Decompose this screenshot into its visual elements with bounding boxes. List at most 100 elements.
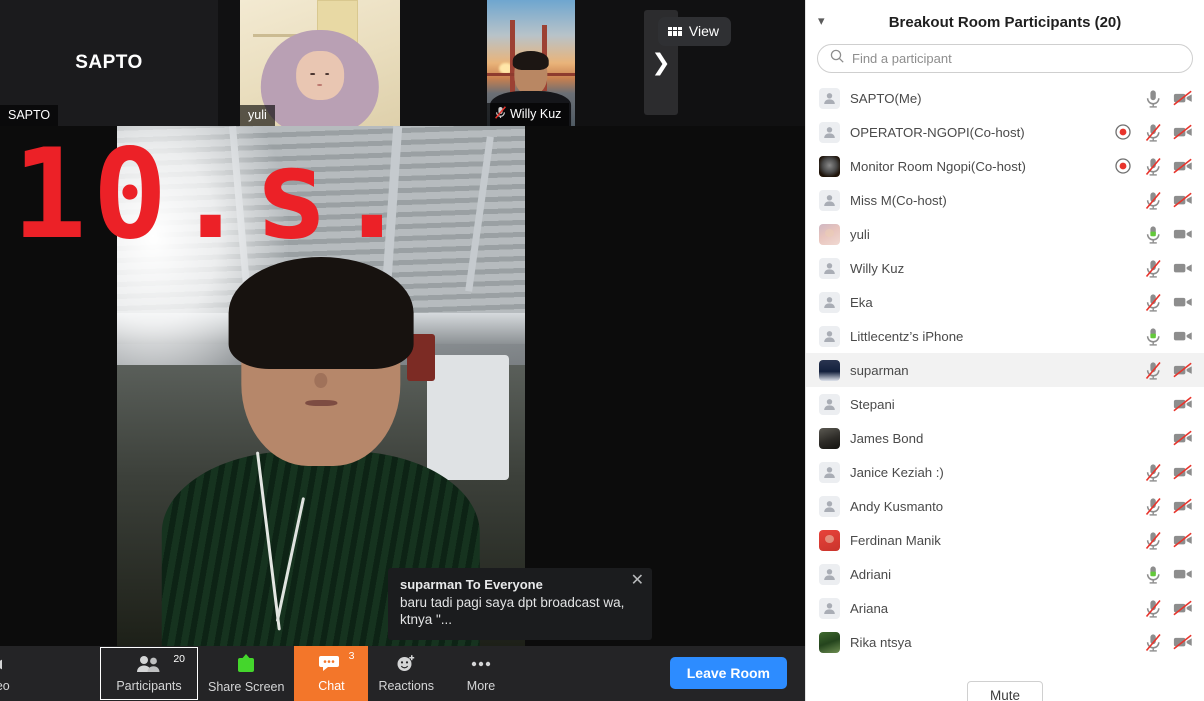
mic-muted-icon[interactable] — [1143, 530, 1163, 550]
camera-off-icon — [0, 655, 4, 676]
mic-muted-icon[interactable] — [1143, 122, 1163, 142]
avatar — [819, 223, 840, 245]
mic-on-icon[interactable] — [1143, 224, 1163, 244]
participant-row[interactable]: Eka — [806, 285, 1204, 319]
participant-name: Monitor Room Ngopi(Co-host) — [850, 158, 1026, 174]
toolbar-more-button[interactable]: More — [444, 646, 518, 701]
chat-popup[interactable]: ✕ suparman To Everyone baru tadi pagi sa… — [388, 568, 652, 640]
camera-off-icon[interactable] — [1173, 394, 1193, 414]
participant-name: Willy Kuz — [850, 260, 905, 276]
toolbar-reactions-button[interactable]: Reactions — [368, 646, 444, 701]
participant-row[interactable]: Janice Keziah :) — [806, 455, 1204, 489]
toolbar-share-screen-label: Share Screen — [208, 679, 285, 694]
participant-row[interactable]: Stepani — [806, 387, 1204, 421]
meeting-toolbar: Video 20 Participants — [0, 646, 805, 701]
chat-popup-message: baru tadi pagi saya dpt broadcast wa, kt… — [400, 595, 625, 627]
search-box[interactable]: Find a participant — [817, 44, 1193, 73]
video-overlay-annotation: 10.s. — [12, 123, 416, 267]
close-icon[interactable]: ✕ — [631, 573, 644, 589]
mic-on-icon[interactable] — [1143, 564, 1163, 584]
thumbnail-yuli[interactable]: yuli — [240, 0, 400, 126]
participant-name: Eka — [850, 294, 873, 310]
mute-button[interactable]: Mute — [966, 681, 1043, 701]
mic-absent-icon — [1143, 428, 1163, 448]
mic-muted-icon[interactable] — [1143, 190, 1163, 210]
participant-row[interactable]: OPERATOR-NGOPI(Co-host) — [806, 115, 1204, 149]
participant-row[interactable]: Rika ntsya — [806, 625, 1204, 659]
chevron-right-icon: ❯ — [651, 49, 671, 75]
view-button[interactable]: View — [657, 17, 731, 46]
participant-status-icons — [1143, 530, 1193, 550]
avatar — [819, 495, 840, 517]
camera-off-icon[interactable] — [1173, 360, 1193, 380]
participant-row[interactable]: Monitor Room Ngopi(Co-host) — [806, 149, 1204, 183]
share-screen-icon — [235, 653, 257, 677]
participant-row[interactable]: James Bond — [806, 421, 1204, 455]
participant-row[interactable]: Ariana — [806, 591, 1204, 625]
camera-off-icon[interactable] — [1173, 122, 1193, 142]
mic-muted-icon[interactable] — [1143, 156, 1163, 176]
participant-name: Adriani — [850, 566, 892, 582]
mic-muted-icon[interactable] — [1143, 292, 1163, 312]
people-icon — [135, 655, 163, 676]
mic-muted-icon[interactable] — [1143, 632, 1163, 652]
toolbar-video-button[interactable]: Video — [0, 646, 14, 701]
camera-off-icon[interactable] — [1173, 156, 1193, 176]
mic-muted-icon[interactable] — [1143, 496, 1163, 516]
video-stage: SAPTO SAPTO yuli Willy Kuz ❯ View 10.s. … — [0, 0, 805, 701]
mic-muted-icon[interactable] — [1143, 258, 1163, 278]
camera-off-icon[interactable] — [1173, 462, 1193, 482]
camera-off-icon[interactable] — [1173, 428, 1193, 448]
toolbar-chat-label: Chat — [318, 679, 345, 693]
camera-off-icon[interactable] — [1173, 632, 1193, 652]
participant-status-icons — [1143, 564, 1193, 584]
camera-on-icon[interactable] — [1173, 292, 1193, 312]
toolbar-chat-button[interactable]: 3 Chat — [294, 646, 369, 701]
camera-off-icon[interactable] — [1173, 530, 1193, 550]
toolbar-share-screen-button[interactable]: Share Screen — [198, 646, 294, 701]
chevron-down-icon[interactable]: ▾ — [818, 13, 825, 29]
participant-row[interactable]: Andy Kusmanto — [806, 489, 1204, 523]
camera-off-icon[interactable] — [1173, 598, 1193, 618]
leave-room-button[interactable]: Leave Room — [669, 657, 787, 689]
participant-name: Andy Kusmanto — [850, 498, 944, 514]
chat-count-badge: 3 — [348, 650, 355, 662]
chat-icon — [319, 654, 343, 676]
participant-status-icons — [1143, 496, 1193, 516]
toolbar-video-label: Video — [0, 678, 10, 693]
avatar — [819, 121, 840, 143]
camera-on-icon[interactable] — [1173, 258, 1193, 278]
search-input[interactable]: Find a participant — [852, 51, 952, 66]
camera-on-icon[interactable] — [1173, 564, 1193, 584]
camera-off-icon[interactable] — [1173, 496, 1193, 516]
thumbnail-willy-name: Willy Kuz — [487, 103, 570, 126]
camera-on-icon[interactable] — [1173, 326, 1193, 346]
participant-status-icons — [1143, 394, 1193, 414]
mic-muted-icon[interactable] — [1143, 462, 1163, 482]
participant-row[interactable]: Adriani — [806, 557, 1204, 591]
participant-name: Stepani — [850, 396, 895, 412]
participant-row[interactable]: Littlecentz’s iPhone — [806, 319, 1204, 353]
mic-on-icon[interactable] — [1143, 88, 1163, 108]
avatar — [819, 631, 840, 653]
mic-on-icon[interactable] — [1143, 326, 1163, 346]
participant-status-icons — [1143, 632, 1193, 652]
thumbnail-willy-kuz[interactable]: Willy Kuz — [487, 0, 575, 126]
mic-muted-icon[interactable] — [1143, 360, 1163, 380]
participant-row[interactable]: Miss M(Co-host) — [806, 183, 1204, 217]
participant-row[interactable]: Willy Kuz — [806, 251, 1204, 285]
participant-row[interactable]: suparman — [806, 353, 1204, 387]
participant-status-icons — [1143, 88, 1193, 108]
camera-off-icon[interactable] — [1173, 88, 1193, 108]
toolbar-participants-button[interactable]: 20 Participants — [100, 647, 198, 700]
camera-on-icon[interactable] — [1173, 224, 1193, 244]
participant-status-icons — [1143, 360, 1193, 380]
participant-row[interactable]: SAPTO(Me) — [806, 81, 1204, 115]
mic-muted-icon[interactable] — [1143, 598, 1163, 618]
camera-off-icon[interactable] — [1173, 190, 1193, 210]
participant-row[interactable]: Ferdinan Manik — [806, 523, 1204, 557]
participant-status-icons — [1143, 598, 1193, 618]
participant-row[interactable]: yuli — [806, 217, 1204, 251]
participant-list[interactable]: SAPTO(Me) OPERATOR-NGOPI(Co-host) Monitor … — [806, 81, 1204, 659]
thumbnail-sapto[interactable]: SAPTO SAPTO — [0, 0, 218, 126]
